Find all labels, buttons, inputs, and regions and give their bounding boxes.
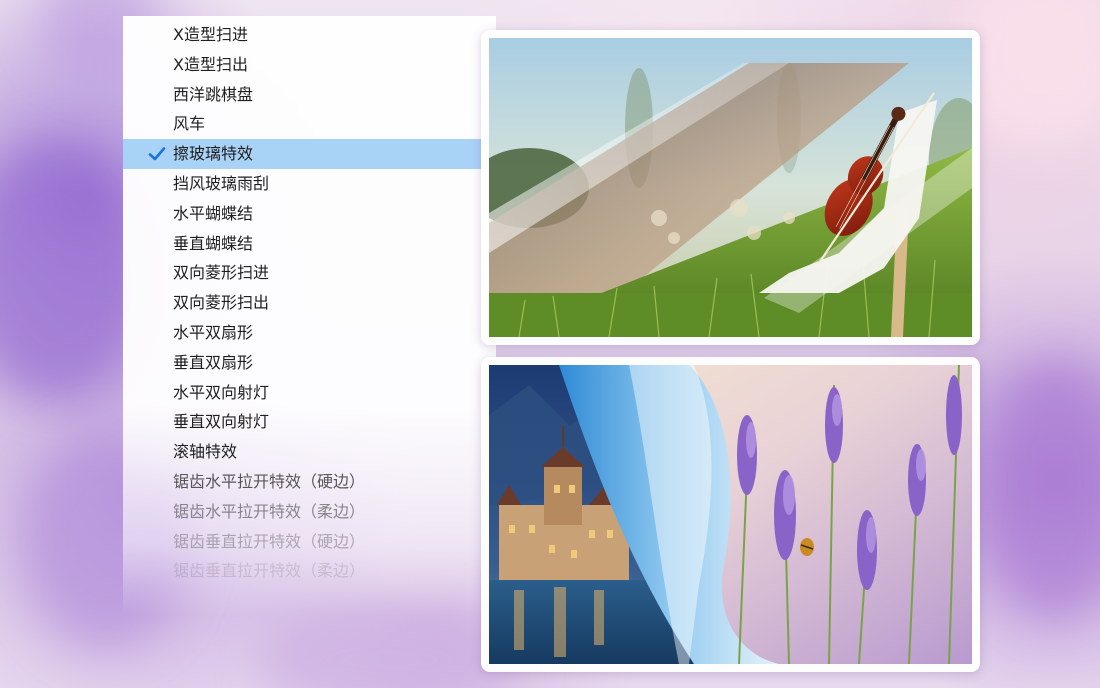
effect-item-label: 锯齿水平拉开特效（柔边） — [173, 501, 366, 521]
effect-item[interactable]: 擦玻璃特效 — [123, 139, 496, 169]
checkmark-icon — [147, 139, 167, 169]
effect-item-label: 水平蝴蝶结 — [173, 203, 254, 223]
transition-effects-menu: X造型扫进 X造型扫出西洋跳棋盘风车擦玻璃特效挡风玻璃雨刮 水平蝴蝶结垂直蝴蝶结双向… — [123, 16, 496, 616]
effect-item-label: 滚轴特效 — [173, 442, 238, 462]
violin-meadow-preview — [489, 38, 972, 337]
effect-item[interactable]: 滚轴特效 — [123, 437, 496, 467]
effect-item[interactable]: 水平蝴蝶结 — [123, 199, 496, 229]
effect-item[interactable]: 锯齿垂直拉开特效（柔边） — [123, 556, 496, 586]
effect-item-label: 垂直蝴蝶结 — [173, 233, 254, 253]
effect-item[interactable]: X造型扫进 — [123, 20, 496, 50]
effect-item[interactable]: 垂直双向射灯 — [123, 407, 496, 437]
effect-item[interactable]: 锯齿垂直拉开特效（硬边） — [123, 527, 496, 557]
effect-item-label: 垂直双向射灯 — [173, 412, 270, 432]
effect-item[interactable]: X造型扫出 — [123, 50, 496, 80]
effect-item[interactable]: 双向菱形扫出 — [123, 288, 496, 318]
effect-item[interactable]: 垂直双扇形 — [123, 348, 496, 378]
effect-item-label: 水平双扇形 — [173, 322, 254, 342]
effect-item-label: 垂直双扇形 — [173, 352, 254, 372]
preview-frame-top — [481, 30, 980, 345]
effect-item[interactable]: 水平双扇形 — [123, 318, 496, 348]
effect-item-label: 擦玻璃特效 — [173, 144, 254, 164]
effects-list: X造型扫进 X造型扫出西洋跳棋盘风车擦玻璃特效挡风玻璃雨刮 水平蝴蝶结垂直蝴蝶结双向… — [123, 16, 496, 586]
effect-item[interactable]: 水平双向射灯 — [123, 378, 496, 408]
effect-item[interactable]: 挡风玻璃雨刮 — [123, 169, 496, 199]
effect-item-label: 双向菱形扫出 — [173, 293, 270, 313]
effect-item[interactable]: 垂直蝴蝶结 — [123, 229, 496, 259]
effect-item-label: 西洋跳棋盘 — [173, 84, 254, 104]
effect-item[interactable]: 西洋跳棋盘 — [123, 80, 496, 110]
effect-item-label: 风车 — [173, 114, 206, 134]
effect-item-label: X造型扫进 — [173, 25, 248, 44]
effect-item[interactable]: 锯齿水平拉开特效（硬边） — [123, 467, 496, 497]
effect-item[interactable]: 双向菱形扫进 — [123, 258, 496, 288]
effect-item-label: 水平双向射灯 — [173, 382, 270, 402]
effect-item[interactable]: 锯齿水平拉开特效（柔边） — [123, 497, 496, 527]
effect-item-label: X造型扫出 — [173, 54, 248, 74]
effect-item[interactable]: 风车 — [123, 109, 496, 139]
effect-item-label: 双向菱形扫进 — [173, 263, 270, 283]
effect-item-label: 锯齿垂直拉开特效（硬边） — [173, 531, 366, 551]
effect-item-label: 锯齿垂直拉开特效（柔边） — [173, 561, 366, 581]
preview-frame-bottom — [481, 357, 980, 672]
effect-item-label: 锯齿水平拉开特效（硬边） — [173, 471, 366, 491]
castle-lavender-preview — [489, 365, 972, 664]
effect-item-label: 挡风玻璃雨刮 — [173, 173, 270, 193]
